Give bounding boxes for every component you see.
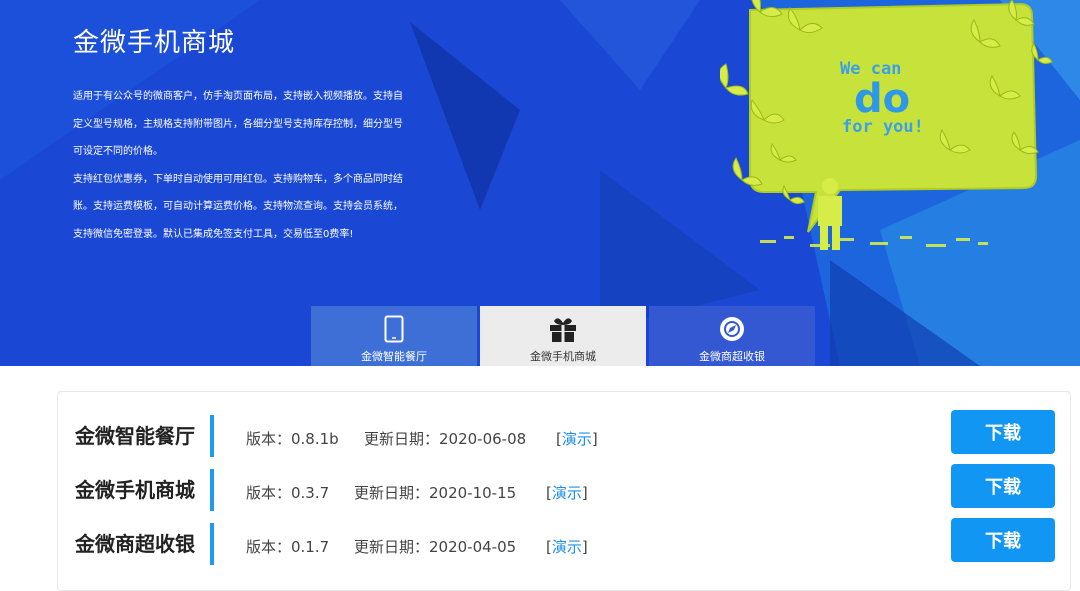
divider bbox=[210, 415, 214, 457]
tab-label: 金微商超收银 bbox=[699, 350, 765, 363]
product-tabs: 金微智能餐厅 金微手机商城 金微商超收银 bbox=[311, 306, 818, 366]
demo-bracket: ] bbox=[581, 484, 588, 502]
hero-title: 金微手机商城 bbox=[73, 28, 236, 58]
hero-desc-line: 账。支持运费模板，可自动计算运费价格。支持物流查询。支持会员系统， bbox=[73, 201, 403, 212]
update-date-text: 更新日期：2020-06-08 bbox=[364, 430, 527, 448]
compass-icon bbox=[717, 314, 747, 344]
hero-desc-line: 定义型号规格，主规格支持附带图片，各细分型号支持库存控制，细分型号 bbox=[73, 118, 403, 130]
version-text: 版本：0.8.1b bbox=[246, 430, 339, 448]
hero-desc-line: 可设定不同的价格。 bbox=[73, 146, 163, 157]
product-name: 金微手机商城 bbox=[75, 478, 195, 502]
hero-desc-line: 支持微信免密登录。默认已集成免签支付工具，交易低至0费率! bbox=[73, 228, 354, 240]
list-item: 金微商超收银 版本：0.1.7 更新日期：2020-04-05 [演示] 下载 bbox=[58, 516, 1072, 570]
bubble-line2: do bbox=[854, 76, 910, 122]
tab-label: 金微智能餐厅 bbox=[361, 350, 427, 363]
list-item: 金微智能餐厅 版本：0.8.1b 更新日期：2020-06-08 [演示] 下载 bbox=[58, 408, 1072, 462]
demo-link[interactable]: [演示] bbox=[546, 536, 588, 557]
demo-label: 演示 bbox=[551, 538, 582, 556]
phone-icon bbox=[379, 314, 409, 344]
download-button[interactable]: 下载 bbox=[951, 518, 1055, 562]
update-date-text: 更新日期：2020-10-15 bbox=[354, 484, 517, 502]
tab-label: 金微手机商城 bbox=[530, 350, 596, 363]
hero-banner: 金微手机商城 适用于有公众号的微商客户，仿手淘页面布局，支持嵌入视频播放。支持自… bbox=[0, 0, 1080, 366]
divider bbox=[210, 469, 214, 511]
update-date-text: 更新日期：2020-04-05 bbox=[354, 538, 517, 556]
bubble-line3: for you! bbox=[842, 117, 924, 137]
demo-bracket: ] bbox=[581, 538, 588, 556]
tab-supermarket-pos[interactable]: 金微商超收银 bbox=[649, 306, 815, 366]
tab-smart-restaurant[interactable]: 金微智能餐厅 bbox=[311, 306, 477, 366]
version-text: 版本：0.3.7 bbox=[246, 484, 330, 502]
hero-description: 适用于有公众号的微商客户，仿手淘页面布局，支持嵌入视频播放。支持自 定义型号规格… bbox=[73, 83, 418, 248]
divider bbox=[210, 523, 214, 565]
version-text: 版本：0.1.7 bbox=[246, 538, 330, 556]
download-button[interactable]: 下载 bbox=[951, 410, 1055, 454]
demo-link[interactable]: [演示] bbox=[546, 482, 588, 503]
tab-mobile-mall[interactable]: 金微手机商城 bbox=[480, 306, 646, 366]
list-item: 金微手机商城 版本：0.3.7 更新日期：2020-10-15 [演示] 下载 bbox=[58, 462, 1072, 516]
product-name: 金微智能餐厅 bbox=[75, 424, 195, 448]
product-name: 金微商超收银 bbox=[75, 532, 195, 556]
demo-link[interactable]: [演示] bbox=[556, 428, 598, 449]
demo-label: 演示 bbox=[551, 484, 582, 502]
demo-label: 演示 bbox=[561, 430, 592, 448]
download-button[interactable]: 下载 bbox=[951, 464, 1055, 508]
hero-desc-line: 适用于有公众号的微商客户，仿手淘页面布局，支持嵌入视频播放。支持自 bbox=[73, 91, 403, 102]
hero-desc-line: 支持红包优惠券，下单时自动使用可用红包。支持购物车，多个商品同时结 bbox=[73, 173, 403, 185]
demo-bracket: ] bbox=[591, 430, 598, 448]
gift-icon bbox=[548, 314, 578, 344]
product-list: 金微智能餐厅 版本：0.8.1b 更新日期：2020-06-08 [演示] 下载… bbox=[57, 391, 1071, 591]
